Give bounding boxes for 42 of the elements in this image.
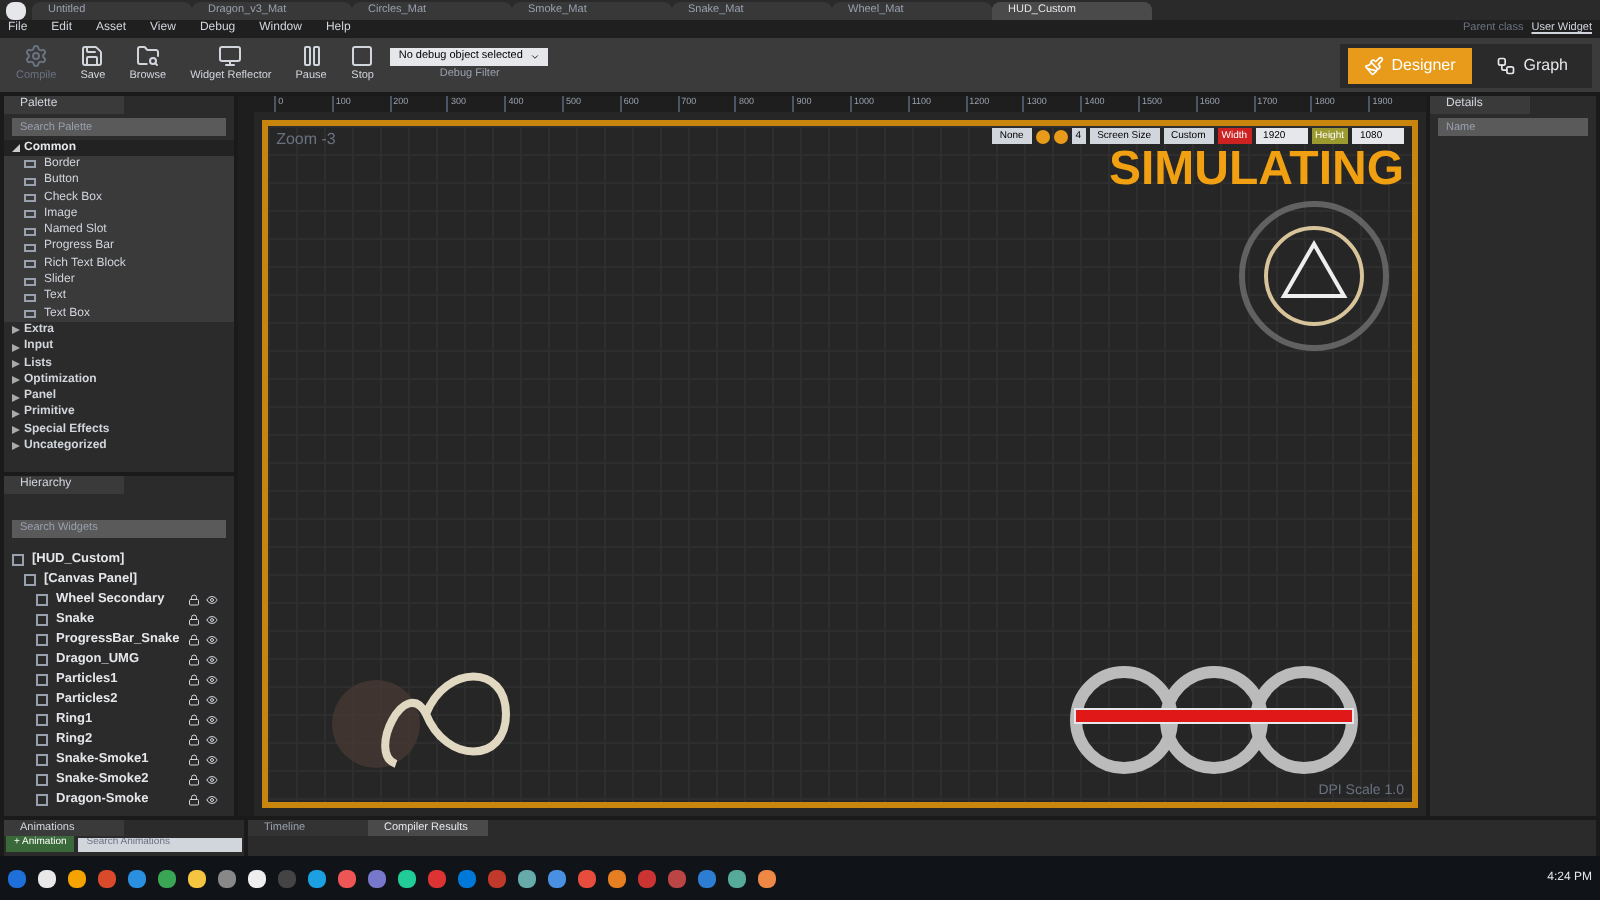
lock-icon[interactable] [188, 674, 201, 686]
caret-icon [530, 51, 541, 62]
lock-icon[interactable] [188, 774, 201, 786]
paintbrush-icon [1363, 55, 1384, 75]
collapsed-arrow-icon[interactable] [12, 442, 20, 451]
collapsed-arrow-icon[interactable] [12, 409, 20, 418]
eye-icon[interactable] [206, 594, 219, 606]
eye-icon[interactable] [206, 774, 219, 786]
simulating-label: SIMULATING [1108, 144, 1404, 196]
mode-button[interactable]: Graph [1479, 47, 1584, 83]
collapsed-arrow-icon[interactable] [12, 326, 20, 335]
zoom-label: Zoom -3 [276, 128, 336, 152]
eye-icon[interactable] [206, 674, 219, 686]
expanded-arrow-icon[interactable] [12, 144, 20, 153]
monitor-icon [218, 44, 243, 69]
collapsed-arrow-icon[interactable] [12, 426, 20, 435]
lock-icon[interactable] [188, 594, 201, 606]
stop-icon [350, 44, 375, 69]
eye-icon[interactable] [206, 654, 219, 666]
eye-icon[interactable] [206, 714, 219, 726]
eye-icon[interactable] [206, 794, 219, 806]
collapsed-arrow-icon[interactable] [12, 393, 20, 402]
lock-icon[interactable] [188, 634, 201, 646]
lock-icon[interactable] [188, 734, 201, 746]
pause-icon [299, 44, 324, 69]
lock-icon[interactable] [188, 614, 201, 626]
eye-icon[interactable] [206, 694, 219, 706]
folder-search-icon [135, 44, 160, 69]
gear-icon [24, 44, 49, 69]
lock-icon[interactable] [188, 694, 201, 706]
lock-icon[interactable] [188, 794, 201, 806]
collapsed-arrow-icon[interactable] [12, 343, 20, 352]
graph-icon [1495, 55, 1516, 75]
eye-icon[interactable] [206, 754, 219, 766]
lock-icon[interactable] [188, 754, 201, 766]
eye-icon[interactable] [206, 634, 219, 646]
eye-icon[interactable] [206, 614, 219, 626]
lock-icon[interactable] [188, 654, 201, 666]
collapsed-arrow-icon[interactable] [12, 376, 20, 385]
eye-icon[interactable] [206, 734, 219, 746]
collapsed-arrow-icon[interactable] [12, 360, 20, 368]
lock-icon[interactable] [188, 714, 201, 726]
